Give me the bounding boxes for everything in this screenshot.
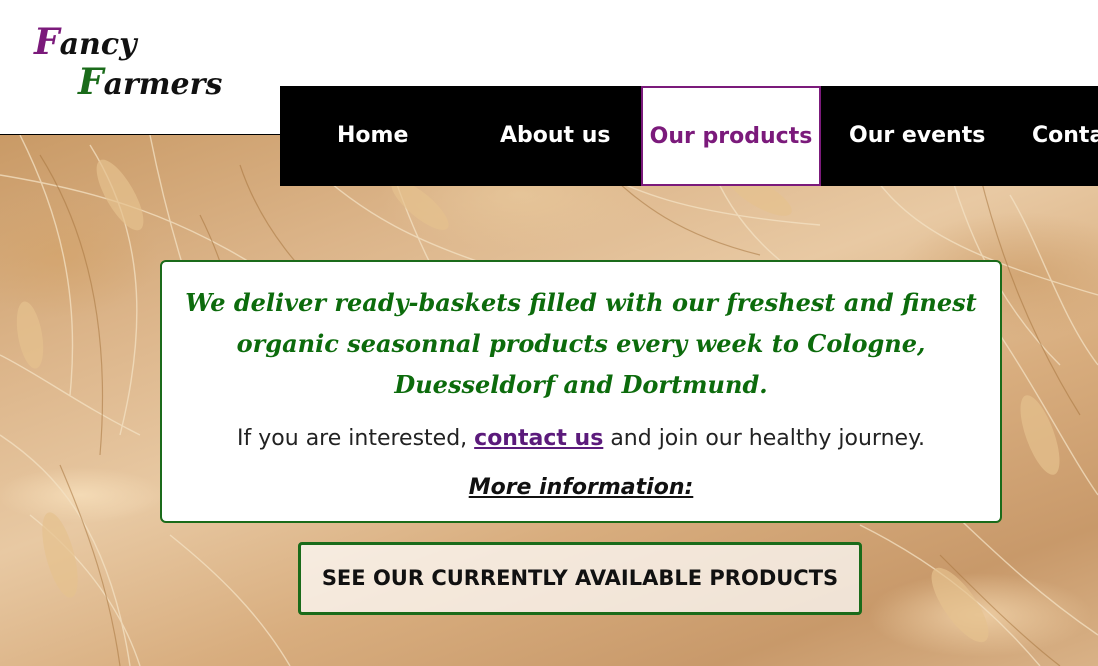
page: Fancy Farmers Home About us Our products…: [0, 0, 1098, 666]
nav-item-about-us[interactable]: About us: [500, 86, 610, 186]
interest-sentence: If you are interested, contact us and jo…: [162, 422, 1000, 456]
interest-text-after: and join our healthy journey.: [610, 426, 925, 451]
main-navigation: Home About us Our products Our events Co…: [280, 86, 1098, 186]
site-logo[interactable]: Fancy Farmers: [34, 20, 234, 110]
nav-item-contact[interactable]: Contact: [1032, 86, 1098, 186]
logo-initial-f-green: F: [78, 61, 104, 103]
logo-initial-f-purple: F: [34, 21, 60, 63]
logo-line-farmers: Farmers: [78, 64, 222, 103]
nav-item-our-products[interactable]: Our products: [641, 86, 821, 186]
delivery-headline: We deliver ready-baskets filled with our…: [185, 288, 977, 399]
contact-us-link[interactable]: contact us: [474, 426, 603, 451]
logo-text-ancy: ancy: [59, 27, 137, 62]
header-divider: [0, 134, 280, 135]
nav-item-home[interactable]: Home: [337, 86, 408, 186]
logo-line-fancy: Fancy: [34, 24, 137, 63]
interest-text-before: If you are interested,: [237, 426, 468, 451]
delivery-info-card: We deliver ready-baskets filled with our…: [160, 260, 1002, 523]
see-available-products-button[interactable]: SEE OUR CURRENTLY AVAILABLE PRODUCTS: [298, 542, 862, 615]
logo-text-armers: armers: [103, 67, 223, 102]
nav-item-our-events[interactable]: Our events: [849, 86, 985, 186]
more-information-heading[interactable]: More information:: [162, 471, 1000, 505]
